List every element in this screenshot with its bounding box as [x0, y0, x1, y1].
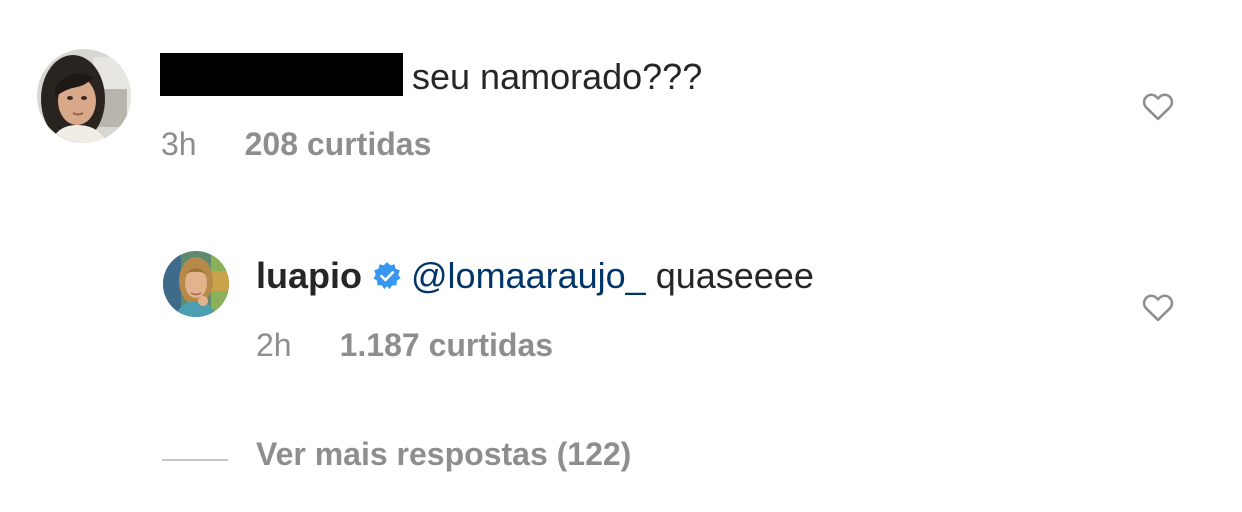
replies-divider-line — [162, 458, 228, 461]
commenter-avatar-image — [37, 49, 131, 143]
comment-likes-count[interactable]: 208 curtidas — [245, 126, 432, 162]
view-more-replies-button[interactable]: Ver mais respostas (122) — [162, 434, 631, 474]
comment-meta: 3h 208 curtidas — [161, 124, 431, 164]
commenter-avatar[interactable] — [37, 49, 131, 143]
comment-body: seu namorado??? — [160, 53, 702, 99]
reply-meta: 2h 1.187 curtidas — [256, 325, 553, 365]
reply-body: luapio @lomaaraujo_ quaseeee — [256, 254, 814, 298]
reply-mention[interactable]: @lomaaraujo_ — [411, 255, 646, 296]
reply-avatar-image — [163, 251, 229, 317]
comment-time: 3h — [161, 126, 197, 162]
reply-username[interactable]: luapio — [256, 255, 362, 296]
reply-time: 2h — [256, 327, 292, 363]
verified-badge-icon — [372, 261, 402, 291]
redacted-username — [160, 53, 403, 96]
like-reply-button[interactable] — [1140, 289, 1176, 325]
reply-text: quaseeee — [655, 255, 814, 296]
view-more-replies-label: Ver mais respostas (122) — [256, 436, 632, 472]
comment-text: seu namorado??? — [412, 56, 703, 97]
heart-outline-icon — [1142, 93, 1174, 121]
heart-outline-icon — [1142, 294, 1174, 322]
reply-avatar[interactable] — [163, 251, 229, 317]
like-comment-button[interactable] — [1140, 88, 1176, 124]
reply-likes-count[interactable]: 1.187 curtidas — [340, 327, 553, 363]
